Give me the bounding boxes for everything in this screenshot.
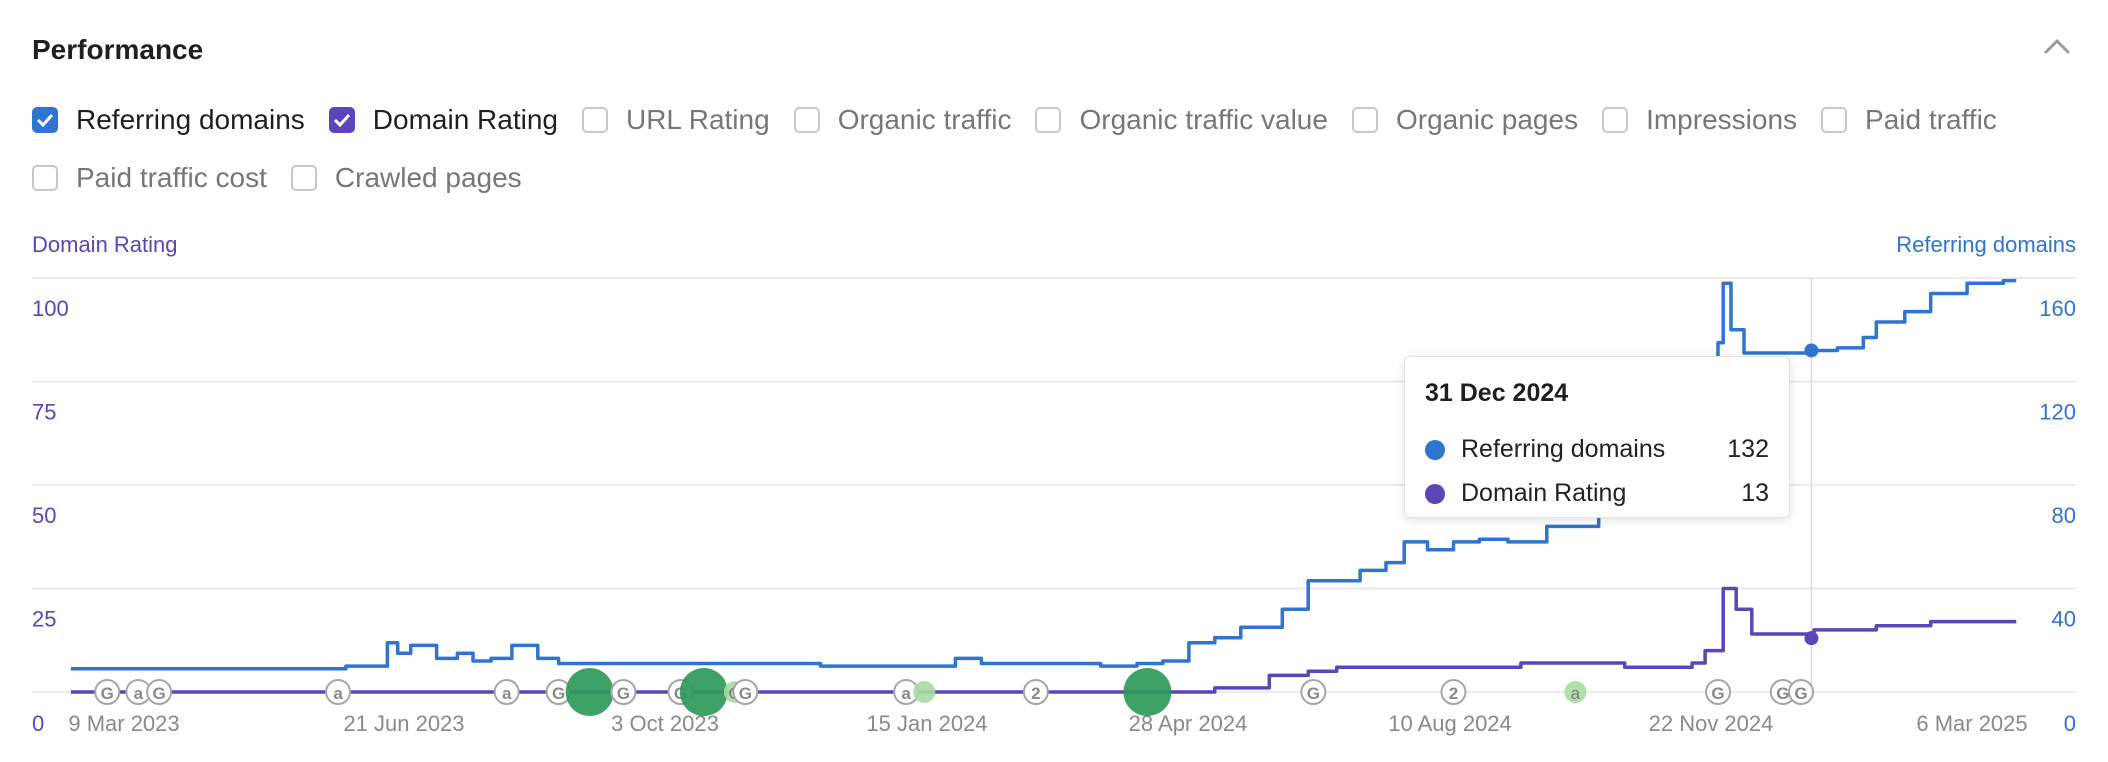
check-icon	[32, 107, 58, 133]
y-left-tick-label: 100	[32, 296, 69, 321]
checkbox-crawled-pages[interactable]: Crawled pages	[290, 162, 522, 194]
series-dot-icon	[1425, 439, 1445, 460]
right-axis-title: Referring domains	[1896, 232, 2076, 257]
checkbox-label: Crawled pages	[334, 162, 522, 193]
tooltip-value: 132	[1727, 435, 1769, 463]
y-right-tick-label: 80	[2052, 503, 2076, 528]
x-tick-label: 10 Aug 2024	[1388, 711, 1512, 736]
annotation-marker-label: G	[152, 684, 165, 703]
checkbox-box	[1035, 107, 1062, 133]
annotation-marker-large[interactable]	[679, 668, 728, 716]
y-left-tick-label: 0	[32, 711, 44, 736]
y-left-tick-label: 25	[32, 607, 56, 632]
checkbox-organic-traffic[interactable]: Organic traffic	[793, 104, 1012, 136]
collapse-button[interactable]	[2040, 34, 2074, 58]
checkbox-url-rating[interactable]: URL Rating	[581, 104, 770, 136]
checkbox-paid-traffic-cost[interactable]: Paid traffic cost	[32, 162, 267, 194]
checkbox-box	[581, 107, 608, 133]
chart-tooltip: 31 Dec 2024 Referring domains 132 Domain…	[1404, 356, 1790, 518]
crosshair-point	[1804, 343, 1819, 358]
checkbox-label: Domain Rating	[372, 104, 558, 135]
checkbox-label: Paid traffic	[1865, 104, 1997, 135]
x-tick-label: 15 Jan 2024	[866, 711, 987, 736]
checkbox-label: Paid traffic cost	[76, 162, 267, 193]
checkbox-organic-pages[interactable]: Organic pages	[1351, 104, 1579, 136]
x-tick-label: 22 Nov 2024	[1649, 711, 1774, 736]
y-left-tick-label: 75	[32, 400, 56, 425]
annotation-marker-label: a	[502, 684, 512, 703]
annotation-marker-label: G	[1794, 684, 1807, 703]
x-tick-label: 9 Mar 2023	[68, 711, 179, 736]
section-title: Performance	[32, 34, 204, 65]
y-right-tick-label: 40	[2052, 607, 2076, 632]
crosshair-point	[1804, 631, 1819, 646]
checkbox-box	[290, 165, 317, 191]
x-tick-label: 21 Jun 2023	[343, 711, 464, 736]
series-dot-icon	[1425, 483, 1445, 504]
checkbox-box	[1351, 107, 1378, 133]
annotation-marker-label: G	[552, 684, 565, 703]
annotation-marker-label: G	[1776, 684, 1789, 703]
checkbox-impressions[interactable]: Impressions	[1602, 104, 1797, 136]
checkbox-box	[793, 107, 820, 133]
y-right-tick-label: 120	[2039, 400, 2076, 425]
checkbox-label: Organic traffic	[837, 104, 1012, 135]
annotation-marker-small[interactable]	[913, 681, 936, 703]
checkbox-organic-traffic-value[interactable]: Organic traffic value	[1035, 104, 1328, 136]
tooltip-label: Referring domains	[1461, 435, 1666, 463]
annotation-marker-label: G	[101, 684, 114, 703]
annotation-marker-label: 2	[1031, 684, 1040, 703]
tooltip-row-referring-domains: Referring domains 132	[1425, 435, 1769, 464]
annotation-marker-label: a	[901, 684, 911, 703]
tooltip-date: 31 Dec 2024	[1425, 379, 1569, 407]
annotation-marker-label: G	[1307, 684, 1320, 703]
annotation-marker-label: G	[1711, 684, 1724, 703]
tooltip-row-domain-rating: Domain Rating 13	[1425, 479, 1769, 508]
left-axis-title: Domain Rating	[32, 232, 178, 257]
checkbox-paid-traffic[interactable]: Paid traffic	[1821, 104, 1997, 136]
checkbox-box	[1821, 107, 1848, 133]
annotation-marker-label: G	[617, 684, 630, 703]
annotation-marker-large[interactable]	[1123, 668, 1172, 716]
y-right-tick-label: 0	[2064, 711, 2076, 736]
checkbox-label: Impressions	[1646, 104, 1798, 135]
checkbox-box	[1602, 107, 1629, 133]
annotation-marker-label: G	[739, 684, 752, 703]
chevron-up-icon	[2044, 39, 2070, 54]
annotation-marker-large[interactable]	[565, 668, 614, 716]
annotation-marker-label: a	[134, 684, 144, 703]
tooltip-value: 13	[1741, 479, 1769, 507]
annotation-marker-label: a	[1571, 684, 1581, 703]
y-left-tick-label: 50	[32, 503, 56, 528]
y-right-tick-label: 160	[2039, 296, 2076, 321]
checkbox-label: URL Rating	[625, 104, 770, 135]
checkbox-label: Organic pages	[1395, 104, 1579, 135]
checkbox-referring-domains[interactable]: Referring domains	[32, 104, 305, 136]
checkbox-label: Referring domains	[76, 104, 305, 135]
tooltip-label: Domain Rating	[1461, 479, 1627, 507]
checkbox-box	[32, 165, 58, 191]
series-line-domain-rating	[70, 586, 2017, 694]
checkbox-label: Organic traffic value	[1079, 104, 1328, 135]
check-icon	[328, 107, 355, 133]
x-tick-label: 6 Mar 2025	[1916, 711, 2027, 736]
annotation-marker-label: 2	[1449, 684, 1458, 703]
checkbox-domain-rating[interactable]: Domain Rating	[328, 104, 558, 136]
annotation-marker-label: a	[333, 684, 343, 703]
